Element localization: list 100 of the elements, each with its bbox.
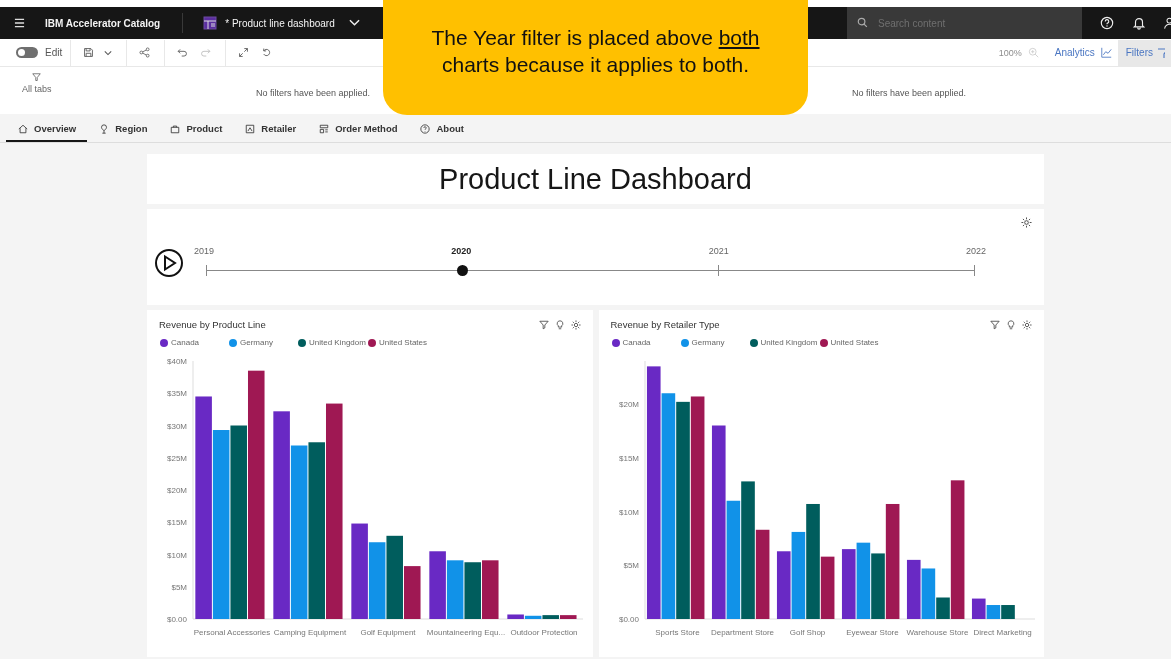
legend-label[interactable]: United Kingdom	[760, 338, 818, 347]
axis-label: $15M	[618, 453, 639, 463]
edit-toggle[interactable]	[16, 47, 38, 58]
legend-label[interactable]: United Kingdom	[309, 338, 366, 347]
axis-label: $0.00	[166, 615, 187, 624]
zoom-level: 100%	[998, 47, 1022, 58]
bar[interactable]	[524, 615, 542, 619]
category-label: Sports Store	[654, 628, 700, 637]
bar[interactable]	[212, 430, 230, 619]
bar[interactable]	[776, 551, 791, 619]
category-label: Outdoor Protection	[510, 628, 578, 637]
bar[interactable]	[870, 553, 885, 619]
filters-button[interactable]: Filters	[1117, 39, 1171, 66]
filter-message: No filters have been applied.	[852, 88, 967, 98]
bag-icon	[170, 123, 181, 134]
bar[interactable]	[841, 549, 856, 619]
axis-label: $5M	[171, 582, 187, 592]
legend-label[interactable]: United States	[379, 338, 428, 347]
axis-label: $20M	[167, 486, 187, 495]
lightbulb-icon[interactable]	[1006, 319, 1016, 330]
reset-icon[interactable]	[261, 47, 273, 58]
legend-label[interactable]: Germany	[691, 338, 725, 347]
help-icon	[420, 123, 431, 134]
category-label: Golf Shop	[789, 628, 825, 637]
year-label[interactable]: 2019	[194, 246, 215, 256]
axis-label: $35M	[167, 389, 187, 399]
legend-label[interactable]: Canada	[171, 338, 200, 347]
bar[interactable]	[805, 504, 820, 619]
bar[interactable]	[755, 529, 769, 619]
bar[interactable]	[290, 445, 308, 619]
fullscreen-icon[interactable]	[238, 47, 250, 58]
bar[interactable]	[368, 542, 386, 619]
analytics-link[interactable]: Analytics	[1054, 47, 1095, 58]
user-icon[interactable]	[1163, 16, 1171, 30]
lightbulb-icon	[99, 123, 110, 134]
help-icon[interactable]	[1100, 16, 1114, 30]
axis-label: $25M	[167, 453, 187, 463]
settings-icon[interactable]	[1022, 319, 1032, 330]
axis-label: $0.00	[618, 615, 639, 624]
bar[interactable]	[711, 425, 726, 619]
category-label: Eyewear Store	[845, 628, 899, 637]
dashboard-tab[interactable]: Product	[158, 117, 234, 142]
list-icon	[319, 123, 330, 134]
bar[interactable]	[950, 480, 964, 619]
save-icon[interactable]	[83, 47, 95, 58]
dashboard-title[interactable]: * Product line dashboard	[225, 17, 335, 29]
menu-icon[interactable]	[14, 18, 25, 28]
caret-icon[interactable]	[104, 49, 113, 56]
bar[interactable]	[690, 396, 704, 619]
category-label: Golf Equipment	[360, 628, 416, 637]
undo-icon[interactable]	[177, 47, 189, 58]
all-tabs-label: All tabs	[22, 84, 52, 94]
chevron-down-icon[interactable]	[348, 19, 360, 27]
axis-label: $20M	[618, 400, 639, 409]
axis-label: $30M	[167, 421, 187, 431]
axis-label: $40M	[167, 357, 187, 366]
axis-label: $15M	[167, 518, 187, 528]
bar[interactable]	[1000, 605, 1015, 619]
dashboard-tab[interactable]: Region	[87, 117, 159, 142]
dashboard-heading: Product Line Dashboard	[439, 162, 752, 196]
bar[interactable]	[675, 401, 690, 619]
category-label: Direct Marketing	[972, 628, 1032, 637]
notification-icon[interactable]	[1132, 16, 1146, 30]
settings-icon[interactable]	[570, 319, 581, 330]
dashboard-tab[interactable]: Order Method	[307, 117, 409, 142]
legend-label[interactable]: United States	[830, 338, 879, 347]
bar[interactable]	[507, 614, 524, 619]
bar[interactable]	[935, 597, 950, 619]
axis-label: $10M	[618, 507, 639, 517]
bar[interactable]	[885, 504, 899, 619]
year-label[interactable]: 2021	[708, 246, 729, 256]
category-label: Mountaineering Equ...	[426, 628, 506, 637]
dashboard-tab[interactable]: About	[408, 117, 475, 142]
category-label: Department Store	[710, 628, 774, 637]
legend-label[interactable]: Canada	[622, 338, 651, 347]
chart-title: Revenue by Product Line	[159, 319, 267, 330]
year-label[interactable]: 2022	[965, 246, 986, 256]
year-label[interactable]: 2020	[451, 246, 472, 256]
legend-label[interactable]: Germany	[240, 338, 273, 347]
chart-title: Revenue by Retailer Type	[610, 319, 721, 330]
edit-label: Edit	[45, 47, 63, 58]
bar[interactable]	[446, 560, 464, 619]
bar[interactable]	[740, 481, 755, 619]
share-icon[interactable]	[139, 47, 151, 58]
settings-icon[interactable]	[1021, 217, 1032, 228]
play-button[interactable]	[154, 248, 184, 278]
lightbulb-icon[interactable]	[554, 319, 565, 330]
line-chart-icon[interactable]	[1100, 47, 1112, 58]
axis-label: $5M	[622, 561, 639, 571]
category-label: Warehouse Store	[906, 628, 968, 637]
image-icon	[245, 123, 256, 134]
slider-handle[interactable]	[457, 265, 468, 276]
bar[interactable]	[820, 556, 834, 619]
bar[interactable]	[646, 366, 661, 619]
dashboard-tab[interactable]: Retailer	[233, 117, 308, 142]
callout-text: The Year filter is placed above both charts because it applies to both.	[430, 25, 761, 78]
search-icon	[857, 17, 868, 28]
home-icon	[18, 123, 28, 134]
bar[interactable]	[971, 598, 986, 619]
bar[interactable]	[906, 559, 921, 619]
